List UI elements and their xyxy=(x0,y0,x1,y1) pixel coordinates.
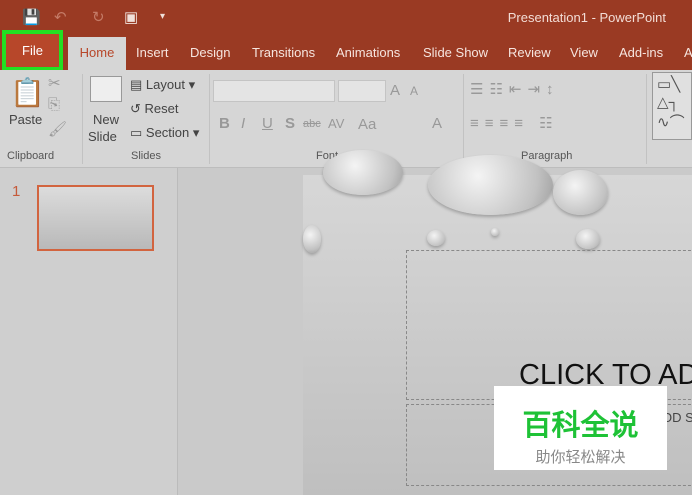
bold-button[interactable]: B xyxy=(219,115,230,132)
tab-more[interactable]: A xyxy=(684,45,692,60)
water-drop xyxy=(427,230,445,246)
tab-insert[interactable]: Insert xyxy=(136,45,169,60)
divider xyxy=(463,74,464,164)
cut-icon[interactable]: ✂ xyxy=(48,74,61,92)
grow-font-button[interactable]: A xyxy=(390,82,400,99)
group-paragraph-label: Paragraph xyxy=(521,150,573,162)
save-icon[interactable]: 💾 xyxy=(22,8,41,26)
paste-icon[interactable]: 📋 xyxy=(10,76,45,109)
slide-thumbnail[interactable] xyxy=(37,185,154,251)
strikethrough-button[interactable]: abc xyxy=(303,118,321,130)
shrink-font-button[interactable]: A xyxy=(410,84,418,98)
font-size-dropdown[interactable] xyxy=(338,80,386,102)
watermark: 百科全说 助你轻松解决 xyxy=(494,386,667,470)
reset-button[interactable]: ↺ Reset xyxy=(130,101,178,117)
layout-button[interactable]: ▤ Layout ▾ xyxy=(130,77,195,93)
slide-number: 1 xyxy=(12,183,21,200)
tab-review[interactable]: Review xyxy=(508,45,551,60)
copy-icon[interactable]: ⎘ xyxy=(48,96,60,113)
window-title: Presentation1 - PowerPoint xyxy=(507,10,666,25)
present-icon[interactable]: ▣ xyxy=(124,8,138,26)
water-drop xyxy=(323,150,403,195)
undo-icon[interactable]: ↶ xyxy=(54,8,67,26)
tab-view[interactable]: View xyxy=(570,45,598,60)
water-drop xyxy=(491,228,499,236)
shapes-gallery[interactable]: ▭╲ △┐ ∿⌒ xyxy=(652,72,692,140)
new-slide-line2[interactable]: Slide xyxy=(88,129,117,144)
font-name-dropdown[interactable] xyxy=(213,80,335,102)
shadow-button[interactable]: S xyxy=(285,115,295,132)
layout-label: Layout xyxy=(145,77,185,92)
group-slides-label: Slides xyxy=(131,150,161,162)
customize-toolbar-button[interactable]: ▾ xyxy=(160,11,165,22)
watermark-subtitle: 助你轻松解决 xyxy=(535,449,626,466)
redo-icon[interactable]: ↻ xyxy=(92,8,105,26)
watermark-title: 百科全说 xyxy=(522,410,639,442)
tab-home[interactable]: Home xyxy=(68,37,126,70)
list-buttons[interactable]: ☰☷⇤⇥↕ xyxy=(470,80,560,98)
tab-animations[interactable]: Animations xyxy=(336,45,400,60)
tab-slide-show[interactable]: Slide Show xyxy=(423,45,488,60)
water-drop xyxy=(303,225,321,253)
align-buttons[interactable]: ≡≡≡≡ ☷ xyxy=(470,114,559,132)
tab-file[interactable]: File xyxy=(2,30,63,71)
section-button[interactable]: ▭ Section ▾ xyxy=(130,125,199,141)
water-drop xyxy=(428,155,553,215)
font-color-button[interactable]: A xyxy=(432,115,442,132)
divider xyxy=(209,74,210,164)
water-drop xyxy=(553,170,608,215)
water-drop xyxy=(576,229,600,249)
underline-button[interactable]: U xyxy=(262,115,273,132)
change-case-button[interactable]: Aa xyxy=(358,116,376,133)
format-painter-icon[interactable]: 🖌 xyxy=(48,120,67,138)
character-spacing-button[interactable]: AV xyxy=(328,116,344,131)
paste-button[interactable]: Paste xyxy=(9,112,42,127)
section-label: Section xyxy=(145,125,190,140)
group-clipboard-label: Clipboard xyxy=(7,150,55,162)
title-placeholder[interactable]: CLICK TO AD xyxy=(406,250,692,400)
italic-button[interactable]: I xyxy=(241,115,245,132)
tab-add-ins[interactable]: Add-ins xyxy=(619,45,663,60)
title-bar: 💾 ↶ ↻ ▣ ▾ Presentation1 - PowerPoint xyxy=(0,0,692,36)
divider xyxy=(646,74,647,164)
divider xyxy=(82,74,83,164)
shape-icons: ▭╲ △┐ ∿⌒ xyxy=(657,76,685,131)
new-slide-line1[interactable]: New xyxy=(93,112,119,127)
reset-label: Reset xyxy=(144,101,179,116)
tab-design[interactable]: Design xyxy=(190,45,230,60)
tab-transitions[interactable]: Transitions xyxy=(252,45,315,60)
new-slide-icon[interactable] xyxy=(90,76,122,102)
